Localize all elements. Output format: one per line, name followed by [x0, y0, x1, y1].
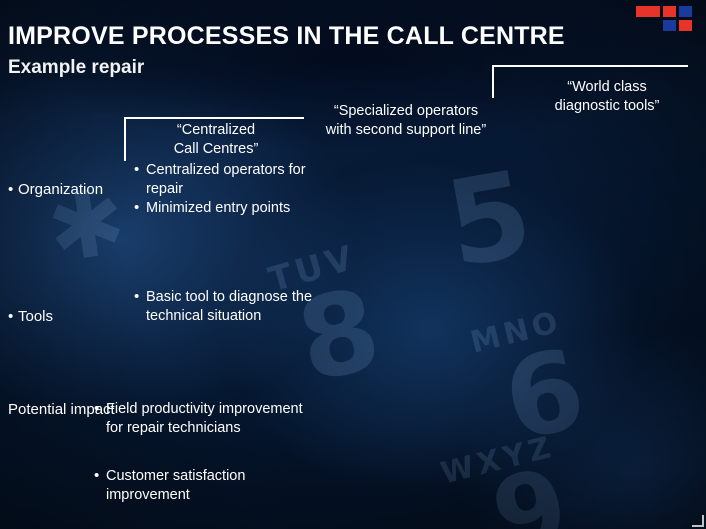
- connector-line-left-horizontal: [124, 117, 304, 119]
- list-item: Field productivity improvement for repai…: [94, 399, 314, 438]
- row-label-tools: Tools: [8, 288, 53, 326]
- slide-title: IMPROVE PROCESSES IN THE CALL CENTRE: [8, 22, 565, 50]
- connector-line-right-vertical: [492, 65, 494, 98]
- list-item: Minimized entry points: [134, 198, 334, 218]
- logo-block-2: [663, 6, 676, 17]
- slide-subtitle: Example repair: [8, 57, 145, 78]
- callout-world-class-tools: “World class diagnostic tools”: [554, 79, 660, 114]
- row-bullets-potential-impact-secondary: Customer satisfaction improvement: [94, 466, 314, 505]
- row-label-organization: Organization: [8, 161, 103, 199]
- connector-line-left-vertical: [124, 117, 126, 161]
- row-label-organization-text: Organization: [8, 181, 103, 198]
- list-item: Centralized operators for repair: [134, 160, 334, 199]
- row-bullets-tools: Basic tool to diagnose the technical sit…: [134, 287, 334, 326]
- logo-block-5: [679, 20, 692, 31]
- row-bullets-organization: Centralized operators for repair Minimiz…: [134, 160, 334, 218]
- list-item: Customer satisfaction improvement: [94, 466, 314, 505]
- callout-centralized-call-centres: “Centralized Call Centres”: [173, 122, 259, 157]
- callout-specialized-operators: “Specialized operators with second suppo…: [325, 103, 487, 138]
- connector-line-right-horizontal: [492, 65, 688, 67]
- logo-block-1: [636, 6, 660, 17]
- corner-marker: [692, 515, 704, 527]
- row-bullets-potential-impact: Field productivity improvement for repai…: [94, 399, 314, 438]
- list-item: Basic tool to diagnose the technical sit…: [134, 287, 334, 326]
- logo-block-4: [663, 20, 676, 31]
- logo-block-3: [679, 6, 692, 17]
- slide: ✱ 5 TUV 8 MNO 6 WXYZ 9 IMPROVE PROCESSES…: [0, 0, 706, 529]
- row-label-tools-text: Tools: [8, 308, 53, 325]
- corporate-logo: [636, 4, 698, 38]
